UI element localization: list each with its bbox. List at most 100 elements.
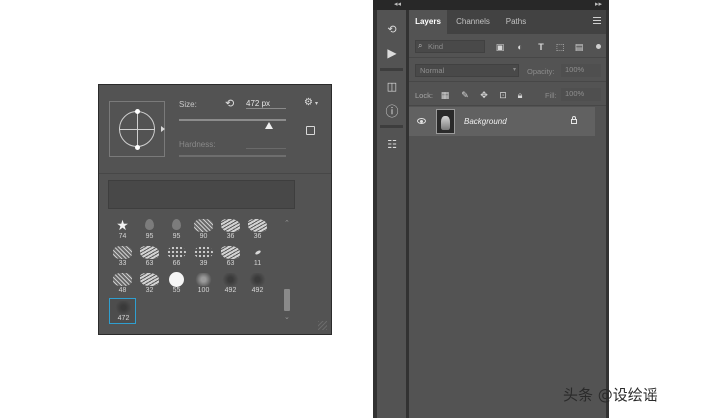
lock-image-brush-icon[interactable]: ✎	[460, 90, 470, 100]
brush-preset-item[interactable]: 32	[136, 271, 163, 297]
brush-preset-item[interactable]: 33	[109, 244, 136, 270]
brush-preset-item[interactable]: 11	[244, 244, 271, 270]
brush-tip-soft-icon	[194, 273, 213, 286]
brush-preset-item[interactable]: 63	[217, 244, 244, 270]
brush-size-label: 63	[145, 260, 154, 267]
layer-row-background[interactable]: Background	[409, 107, 595, 136]
opacity-field[interactable]: 100%	[561, 64, 601, 77]
brush-size-label: 492	[224, 287, 237, 294]
hardness-value-field[interactable]	[246, 148, 286, 149]
layer-lock-icon[interactable]	[571, 116, 577, 124]
gear-icon[interactable]: ⚙	[304, 97, 313, 108]
dock-header: ◂◂ ▸▸	[373, 0, 609, 10]
size-slider-track[interactable]	[179, 119, 286, 121]
brush-size-label: 74	[118, 233, 127, 240]
brush-preset-item[interactable]: 66	[163, 244, 190, 270]
lock-transparent-icon[interactable]: ▦	[440, 90, 450, 100]
tab-paths[interactable]: Paths	[499, 10, 533, 34]
hardness-slider-track[interactable]	[179, 155, 286, 157]
brush-preset-item[interactable]: 95	[136, 217, 163, 243]
properties-icon[interactable]: ◫	[382, 76, 402, 96]
brush-size-label: 472	[117, 315, 130, 322]
scroll-thumb[interactable]	[284, 289, 290, 311]
lock-artboard-icon[interactable]: ⊡	[498, 90, 508, 100]
kind-filter-select[interactable]: Kind	[415, 40, 485, 53]
filter-shape-icon[interactable]: ⬚	[555, 42, 565, 52]
tab-layers[interactable]: Layers	[409, 10, 447, 34]
brush-tip-tex-icon	[113, 273, 132, 286]
brush-size-label: 36	[253, 233, 262, 240]
filter-pixel-icon[interactable]: ▣	[495, 42, 505, 52]
brush-size-label: 39	[199, 260, 208, 267]
brush-preset-item[interactable]: 48	[109, 271, 136, 297]
brush-preset-item[interactable]: 492	[217, 271, 244, 297]
brush-preset-item[interactable]: 36	[217, 217, 244, 243]
filter-adjustment-icon[interactable]: ◐	[515, 42, 525, 52]
roundness-handle-top[interactable]	[135, 109, 140, 114]
filter-type-icon[interactable]: T	[536, 42, 546, 52]
brush-grid-scrollbar[interactable]: ⌃ ⌄	[283, 219, 291, 324]
brush-tip-tex2-icon	[221, 246, 240, 259]
brush-search-area[interactable]	[108, 180, 295, 209]
brush-preset-item[interactable]: ★ 74	[109, 217, 136, 243]
angle-arrow-icon[interactable]	[161, 126, 165, 132]
size-value-field[interactable]: 472 px	[246, 99, 286, 109]
reset-size-icon[interactable]: ⟲	[225, 98, 237, 110]
brush-preset-item[interactable]: 472	[109, 298, 136, 324]
brush-size-label: 95	[145, 233, 154, 240]
lock-row: Lock: ▦ ✎ ✥ ⊡ 🔒︎ Fill: 100%	[409, 82, 606, 106]
brush-size-label: 33	[118, 260, 127, 267]
layer-name[interactable]: Background	[464, 117, 507, 126]
fill-field[interactable]: 100%	[561, 88, 601, 101]
brush-size-label: 90	[199, 233, 208, 240]
layer-filter-row: Kind ⌕ ▣ ◐ T ⬚ ▤	[409, 34, 606, 58]
layer-thumbnail-figure	[441, 116, 450, 130]
layer-thumbnail[interactable]	[436, 109, 455, 134]
brush-preset-item[interactable]: 100	[190, 271, 217, 297]
brush-size-label: 66	[172, 260, 181, 267]
gear-menu-chevron-icon[interactable]: ▾	[315, 100, 318, 107]
lock-label: Lock:	[415, 91, 433, 100]
new-preset-icon[interactable]	[306, 126, 315, 135]
size-slider-thumb[interactable]	[264, 122, 273, 129]
resize-grip-icon[interactable]	[318, 321, 327, 330]
lock-all-icon[interactable]: 🔒︎	[515, 90, 525, 100]
tab-channels[interactable]: Channels	[448, 10, 498, 34]
collapse-left-icon[interactable]: ◂◂	[394, 0, 401, 10]
blend-mode-select[interactable]: Normal	[415, 64, 519, 77]
brush-tip-tex-icon	[113, 246, 132, 259]
brush-preset-item[interactable]: 90	[190, 217, 217, 243]
brush-size-label: 36	[226, 233, 235, 240]
scroll-up-icon[interactable]: ⌃	[284, 219, 290, 227]
info-icon[interactable]: ⓘ	[382, 100, 402, 120]
icon-group-separator	[380, 125, 403, 128]
brush-axis-vertical	[137, 111, 138, 147]
eye-visibility-icon[interactable]	[417, 118, 426, 124]
filter-toggle-icon[interactable]	[596, 44, 601, 49]
brush-preset-item[interactable]: 63	[136, 244, 163, 270]
panel-tab-bar: Layers Channels Paths	[409, 10, 606, 34]
brush-tip-star-icon: ★	[116, 217, 129, 233]
brush-tip-leaf-icon	[254, 249, 262, 256]
lock-position-move-icon[interactable]: ✥	[479, 90, 489, 100]
brush-tip-preview[interactable]	[109, 101, 165, 157]
clone-source-icon[interactable]: ☷	[382, 134, 402, 154]
brush-preset-item[interactable]: 95	[163, 217, 190, 243]
brush-preset-item[interactable]: 36	[244, 217, 271, 243]
panel-menu-icon[interactable]	[593, 17, 601, 26]
collapse-right-icon[interactable]: ▸▸	[595, 0, 602, 10]
brush-preset-item[interactable]: 39	[190, 244, 217, 270]
scroll-down-icon[interactable]: ⌄	[284, 313, 290, 321]
brush-preset-item[interactable]: 492	[244, 271, 271, 297]
filter-smart-object-icon[interactable]: ▤	[574, 42, 584, 52]
watermark-text: 头条 @设绘谣	[563, 386, 658, 404]
brush-tip-tex-icon	[194, 219, 213, 232]
brush-preset-item[interactable]: 55	[163, 271, 190, 297]
hardness-label: Hardness:	[179, 140, 216, 149]
brush-preset-grid: ★ 74 95 95 90 36 36 33 63 66 39 63 11 48 32 55 100 492 492…	[109, 217, 283, 327]
blend-chevron-icon: ▾	[513, 67, 517, 73]
history-icon[interactable]: ⟲	[382, 19, 402, 39]
roundness-handle-bottom[interactable]	[135, 145, 140, 150]
actions-play-icon[interactable]: ▶	[382, 43, 402, 63]
divider	[99, 173, 331, 174]
